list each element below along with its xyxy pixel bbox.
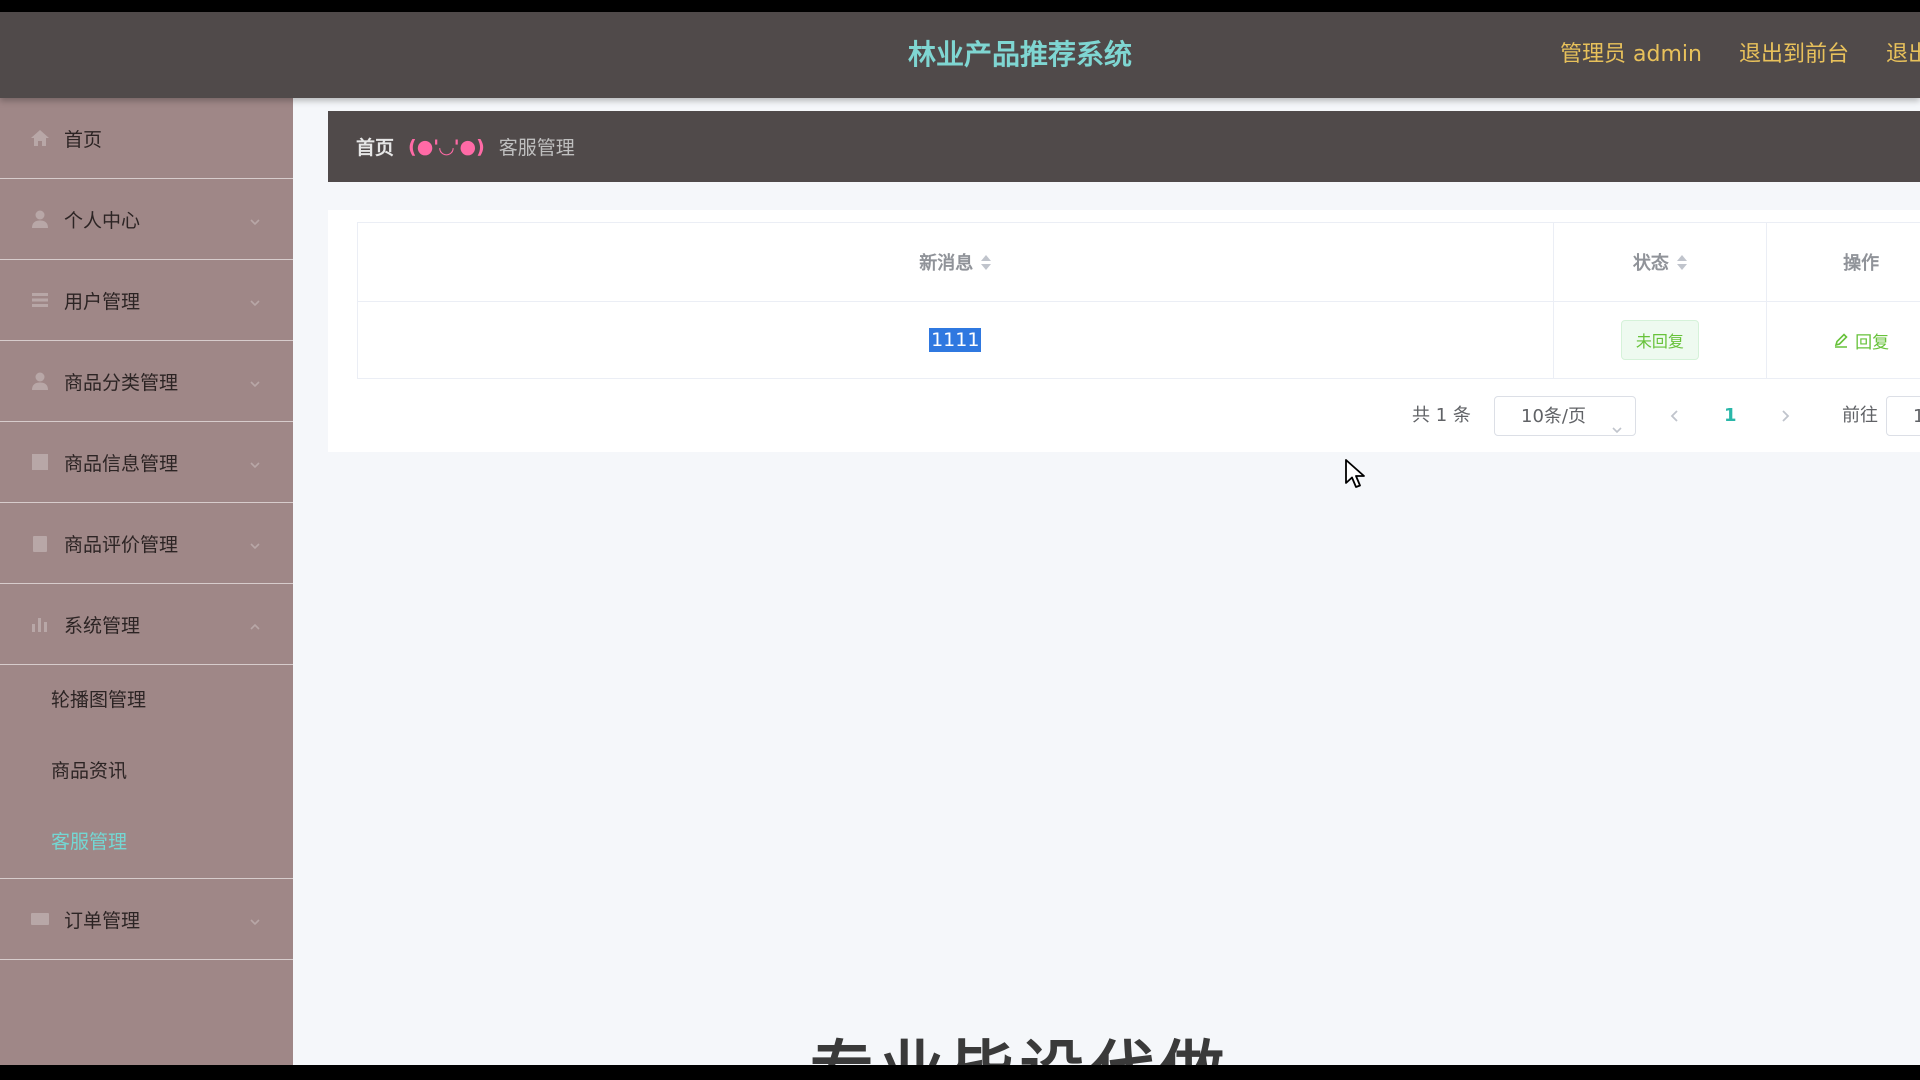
system-submenu: 轮播图管理 商品资讯 客服管理	[0, 665, 293, 879]
table-header-row: 新消息 状态 操作	[358, 223, 1920, 302]
sidebar-item-users[interactable]: 用户管理	[0, 260, 293, 341]
clipboard-icon	[30, 533, 50, 553]
cell-status: 未回复	[1554, 302, 1768, 378]
next-page-button[interactable]	[1778, 396, 1798, 436]
column-label: 状态	[1632, 253, 1669, 274]
app-frame: 林业产品推荐系统 管理员 admin 退出到前台 退出登录 首页 个人中心 用户…	[0, 12, 1920, 1065]
chevron-up-icon	[249, 616, 261, 630]
column-header-message[interactable]: 新消息	[358, 223, 1554, 301]
home-icon	[30, 128, 50, 148]
list-icon	[30, 290, 50, 310]
breadcrumb-home[interactable]: 首页	[356, 133, 394, 160]
user-icon	[30, 371, 50, 391]
reply-label: 回复	[1855, 332, 1890, 353]
message-table: 新消息 状态 操作 1111 未回复 回复	[357, 222, 1920, 379]
sidebar-item-orders[interactable]: 订单管理	[0, 879, 293, 960]
logout-link[interactable]: 退出登录	[1886, 12, 1920, 98]
status-badge: 未回复	[1620, 320, 1699, 360]
doc-icon	[30, 452, 50, 472]
sidebar-item-home[interactable]: 首页	[0, 98, 293, 179]
goto-page-input[interactable]: 1	[1886, 396, 1920, 436]
sidebar-item-label: 个人中心	[64, 209, 141, 232]
sidebar-item-profile[interactable]: 个人中心	[0, 179, 293, 260]
goto-label: 前往	[1842, 405, 1878, 426]
sidebar-item-label: 首页	[64, 128, 103, 151]
admin-label: 管理员 admin	[1560, 42, 1702, 67]
content-card: 新消息 状态 操作 1111 未回复 回复 共 1 条 10条/页 1 前往 1	[328, 210, 1920, 452]
pagination-total: 共 1 条	[1412, 405, 1471, 426]
sidebar-item-category[interactable]: 商品分类管理	[0, 341, 293, 422]
top-header: 林业产品推荐系统 管理员 admin 退出到前台 退出登录	[0, 12, 1920, 98]
breadcrumb-current: 客服管理	[498, 137, 575, 159]
column-label: 操作	[1843, 253, 1880, 274]
sidebar: 首页 个人中心 用户管理 商品分类管理 商品信息管理 商品评价管理 系统管理 轮…	[0, 98, 293, 1065]
prev-page-button[interactable]	[1668, 396, 1688, 436]
sidebar-item-label: 商品评价管理	[64, 533, 179, 556]
submenu-item-banner[interactable]: 轮播图管理	[0, 665, 293, 736]
column-header-action: 操作	[1767, 223, 1920, 301]
mouse-cursor-icon	[1345, 459, 1365, 488]
pagination: 共 1 条 10条/页 1 前往 1	[328, 396, 1920, 436]
chevron-down-icon	[249, 373, 261, 388]
page-number-current[interactable]: 1	[1724, 396, 1737, 436]
sidebar-item-label: 订单管理	[64, 909, 141, 932]
message-text: 1111	[929, 328, 982, 352]
column-header-status[interactable]: 状态	[1554, 223, 1768, 301]
sort-icon[interactable]	[981, 254, 992, 270]
exit-to-frontend-link[interactable]: 退出到前台	[1739, 12, 1849, 98]
reply-button[interactable]: 回复	[1833, 328, 1889, 353]
column-label: 新消息	[919, 253, 974, 274]
cell-action: 回复	[1767, 302, 1920, 378]
sidebar-item-label: 用户管理	[64, 290, 141, 313]
user-icon	[30, 209, 50, 229]
chevron-down-icon	[249, 911, 261, 926]
breadcrumb-separator: (●'◡'●)	[408, 135, 485, 158]
sidebar-item-reviews[interactable]: 商品评价管理	[0, 503, 293, 584]
chevron-down-icon	[249, 211, 261, 226]
chevron-left-icon	[1670, 410, 1678, 422]
chevron-down-icon	[249, 292, 261, 307]
page-size-value: 10条/页	[1521, 406, 1586, 427]
sidebar-item-system[interactable]: 系统管理	[0, 584, 293, 665]
chevron-down-icon	[249, 535, 261, 550]
submenu-item-customer-service[interactable]: 客服管理	[0, 807, 293, 878]
table-row: 1111 未回复 回复	[358, 302, 1920, 378]
bar-chart-icon	[30, 614, 50, 634]
sidebar-item-product-info[interactable]: 商品信息管理	[0, 422, 293, 503]
chevron-right-icon	[1782, 410, 1790, 422]
sidebar-item-label: 商品信息管理	[64, 452, 179, 475]
chevron-down-icon	[249, 454, 261, 469]
submenu-item-news[interactable]: 商品资讯	[0, 736, 293, 807]
chevron-down-icon	[1611, 411, 1623, 434]
edit-icon	[1834, 333, 1848, 348]
breadcrumb: 首页 (●'◡'●) 客服管理	[328, 111, 1920, 182]
page-size-select[interactable]: 10条/页	[1494, 396, 1636, 436]
sidebar-item-label: 商品分类管理	[64, 371, 179, 394]
sort-icon[interactable]	[1676, 254, 1687, 270]
header-actions: 管理员 admin 退出到前台 退出登录	[1560, 12, 1920, 98]
sidebar-item-label: 系统管理	[64, 614, 141, 637]
cell-message: 1111	[358, 302, 1554, 378]
card-icon	[30, 909, 50, 929]
